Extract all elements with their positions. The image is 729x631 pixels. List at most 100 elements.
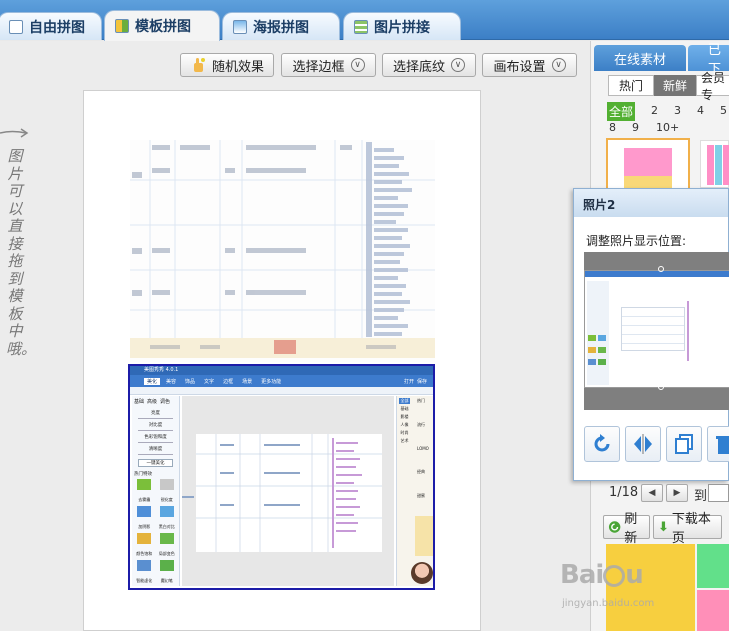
embedded-right-item: 基础 — [400, 406, 409, 411]
tab-poster-collage[interactable]: 海报拼图 — [222, 12, 340, 40]
template-thumbnail-2[interactable] — [700, 140, 729, 188]
thumbnail-grid — [707, 145, 729, 185]
material-thumbnail-pink[interactable] — [697, 590, 729, 631]
embedded-side-header: 调色 — [160, 399, 171, 405]
embedded-tab: 更多功能 — [261, 378, 282, 385]
download-page-button[interactable]: ⬇ 下载本页 — [653, 512, 722, 546]
tab-template-collage[interactable]: 模板拼图 — [104, 10, 220, 41]
embedded-right-item: 时尚 — [400, 430, 409, 435]
tab-free-collage[interactable]: 自由拼图 — [0, 12, 102, 40]
embedded-title-bar: 美图秀秀 4.0.1 — [130, 366, 433, 375]
free-collage-icon — [9, 19, 23, 34]
random-effect-label: 随机效果 — [211, 59, 264, 75]
goto-page-input[interactable] — [708, 484, 729, 502]
page-number-5[interactable]: 5 — [720, 104, 727, 117]
embedded-tab: 场景 — [242, 378, 253, 385]
embedded-right-label: 经典 — [417, 469, 425, 474]
crop-handle[interactable] — [658, 384, 664, 390]
thumbnail-yellow-block — [624, 176, 672, 188]
delete-button[interactable] — [707, 426, 729, 462]
baidu-watermark-url: jingyan.baidu.com — [562, 598, 655, 609]
embedded-effect-icon — [159, 506, 174, 517]
embedded-tab: 饰品 — [185, 378, 196, 385]
prev-page-button[interactable]: ◀ — [641, 484, 663, 502]
subtab-label: 新鲜 — [662, 79, 687, 93]
photo-slot-2-selected[interactable]: 美图秀秀 4.0.1 美化 美容 饰品 文字 边框 场景 更多功能 打开 保存 … — [128, 364, 435, 590]
tab-online-materials[interactable]: 在线素材 — [594, 45, 686, 71]
embedded-right-item: 艺术 — [400, 438, 409, 443]
copy-icon — [675, 434, 693, 454]
material-thumbnail-green[interactable] — [697, 544, 729, 588]
photo-settings-popup: 照片2 调整照片显示位置: — [573, 188, 729, 481]
random-effect-button[interactable]: 随机效果 — [180, 53, 274, 77]
crop-handle[interactable] — [658, 266, 664, 272]
embedded-effect-icon — [159, 533, 174, 544]
select-border-button[interactable]: 选择边框 ∨ — [281, 53, 376, 77]
refresh-label: 刷新 — [624, 512, 638, 546]
embedded-toolbar — [130, 387, 433, 395]
tab-downloaded[interactable]: 已下 — [688, 43, 729, 77]
page-number-all[interactable]: 全部 — [607, 102, 636, 121]
embedded-tab: 文字 — [204, 378, 215, 385]
page-number-10plus[interactable]: 10+ — [656, 121, 679, 134]
tab-label: 模板拼图 — [135, 19, 191, 35]
page-number-4[interactable]: 4 — [697, 104, 704, 117]
embedded-right-label: 流行 — [417, 422, 425, 427]
embedded-effect-icon — [159, 479, 174, 490]
blurred-table-image — [130, 140, 435, 358]
select-border-label: 选择边框 — [292, 59, 345, 75]
subtab-label: 热门 — [618, 79, 643, 93]
embedded-effect-label: 去雾霾 — [138, 497, 151, 502]
chevron-down-icon: ∨ — [350, 58, 365, 72]
delete-icon — [716, 436, 729, 454]
select-texture-button[interactable]: 选择底纹 ∨ — [382, 53, 476, 77]
embedded-right-item: 全部 — [399, 398, 410, 404]
page-number-9[interactable]: 9 — [632, 121, 639, 134]
embedded-side-header: 基础 — [134, 399, 145, 405]
embedded-effect-label: 魔幻笔 — [160, 578, 173, 583]
page-number-2[interactable]: 2 — [651, 104, 658, 117]
embedded-effect-label: 锐化度 — [160, 497, 173, 502]
canvas-settings-label: 画布设置 — [493, 59, 546, 75]
embedded-effect-icon — [137, 506, 152, 517]
photo-slot-1[interactable] — [130, 140, 435, 362]
tab-image-stitch[interactable]: 图片拼接 — [343, 12, 461, 40]
subtab-vip[interactable]: 会员专 — [696, 71, 729, 102]
subtab-new[interactable]: 新鲜 — [654, 75, 696, 96]
rotate-button[interactable] — [584, 426, 620, 462]
refresh-button[interactable]: 刷新 — [603, 512, 650, 546]
subtab-label: 会员专 — [701, 70, 726, 102]
page-number-8[interactable]: 8 — [609, 121, 616, 134]
embedded-effect-label: 智能虚化 — [136, 578, 153, 583]
subtab-hot[interactable]: 热门 — [608, 75, 654, 96]
embedded-right-item: 人像 — [400, 422, 409, 427]
flip-icon — [634, 434, 652, 454]
embedded-side-header: 高级 — [147, 399, 158, 405]
embedded-tab: 美容 — [166, 378, 177, 385]
embedded-effect-icon — [137, 479, 152, 490]
preview-image — [584, 270, 729, 388]
embedded-effect-label: 局部变色 — [158, 551, 175, 556]
flip-button[interactable] — [625, 426, 661, 462]
template-thumbnail-1[interactable] — [606, 138, 690, 190]
photo-position-preview[interactable] — [584, 252, 729, 410]
embedded-tab: 边框 — [223, 378, 234, 385]
embedded-right-panel: 全部 基础 影楼 人像 时尚 艺术 热门 流行 LOMO 经典 甜蜜 — [396, 396, 433, 586]
embedded-right-item: 影楼 — [400, 414, 409, 419]
refresh-icon — [608, 521, 621, 533]
embedded-slider-label: 色彩饱和度 — [144, 435, 167, 440]
embedded-yellow-thumb — [415, 516, 433, 556]
tab-label: 图片拼接 — [374, 19, 430, 36]
copy-button[interactable] — [666, 426, 702, 462]
embedded-app-title: 美图秀秀 4.0.1 — [144, 367, 179, 373]
magic-hand-icon — [193, 58, 205, 72]
embedded-tab: 美化 — [144, 377, 161, 385]
embedded-one-click-button: 一键美化 — [138, 459, 173, 467]
page-number-3[interactable]: 3 — [674, 104, 681, 117]
canvas-settings-button[interactable]: 画布设置 ∨ — [482, 53, 577, 77]
baidu-watermark-logo: Bai u — [560, 560, 644, 590]
download-arrow-icon: ⬇ — [658, 519, 669, 535]
image-stitch-icon — [354, 19, 368, 34]
next-page-button[interactable]: ▶ — [666, 484, 688, 502]
hint-arrow-icon — [0, 128, 29, 138]
